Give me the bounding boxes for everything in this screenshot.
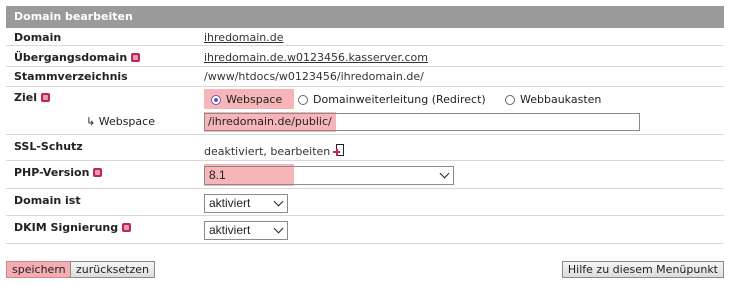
ssl-label: SSL-Schutz (14, 140, 83, 153)
ssl-value[interactable]: deaktiviert, bearbeiten (204, 145, 330, 158)
domain-label: Domain (14, 31, 62, 44)
ssl-value-group: deaktiviert, bearbeiten (204, 144, 345, 158)
radio-unchecked-icon (298, 95, 308, 105)
radio-checked-icon (211, 95, 221, 105)
radio-webspace-label: Webspace (226, 93, 283, 106)
php-version-value: 8.1 (209, 168, 226, 182)
reset-button[interactable]: zurücksetzen (70, 261, 155, 278)
domain-status-value: aktiviert (209, 196, 251, 210)
save-button[interactable]: speichern (6, 261, 72, 278)
chevron-down-icon (439, 168, 450, 179)
domain-status-select[interactable]: aktiviert (204, 194, 288, 213)
dkim-label: DKIM Signierung (14, 221, 119, 234)
help-icon[interactable] (93, 168, 103, 177)
uebergangsdomain-label: Übergangsdomain (14, 51, 128, 64)
webspace-path-label: ↳ Webspace (86, 115, 155, 128)
uebergangsdomain-link[interactable]: ihredomain.de.w0123456.kasserver.com (204, 51, 428, 64)
webspace-path-input[interactable]: /ihredomain.de/public/ (204, 113, 640, 131)
row-ssl: SSL-Schutz deaktiviert, bearbeiten (6, 135, 724, 161)
dkim-value: aktiviert (209, 223, 251, 237)
panel-title: Domain bearbeiten (6, 6, 724, 28)
help-icon[interactable] (131, 53, 141, 62)
domain-link[interactable]: ihredomain.de (204, 31, 284, 44)
chevron-down-icon (273, 223, 284, 234)
radio-webbaukasten[interactable]: Webbaukasten (505, 93, 601, 106)
ziel-label: Ziel (14, 91, 37, 104)
help-icon[interactable] (40, 93, 50, 102)
row-uebergangsdomain: Übergangsdomain ihredomain.de.w0123456.k… (6, 46, 724, 67)
domain-ist-label: Domain ist (14, 194, 81, 207)
add-document-icon[interactable] (333, 144, 345, 158)
stammverzeichnis-value: /www/htdocs/w0123456/ihredomain.de/ (204, 70, 424, 83)
php-label-group: PHP-Version (14, 166, 103, 179)
ziel-label-group: Ziel (14, 91, 50, 104)
row-domain: Domain ihredomain.de (6, 28, 724, 46)
radio-webbaukasten-label: Webbaukasten (520, 93, 602, 106)
dkim-select[interactable]: aktiviert (204, 221, 288, 240)
stammverzeichnis-label: Stammverzeichnis (14, 70, 128, 83)
row-php-version: PHP-Version 8.1 (6, 161, 724, 189)
php-version-select[interactable]: 8.1 (204, 166, 454, 185)
radio-webspace[interactable]: Webspace (211, 93, 282, 106)
dkim-label-group: DKIM Signierung (14, 221, 132, 234)
chevron-down-icon (273, 196, 284, 207)
row-ziel: Ziel Webspace Domainweiterleitung (Redir… (6, 87, 724, 135)
radio-redirect[interactable]: Domainweiterleitung (Redirect) (298, 93, 486, 106)
row-stammverzeichnis: Stammverzeichnis /www/htdocs/w0123456/ih… (6, 67, 724, 87)
uebergangsdomain-label-group: Übergangsdomain (14, 51, 141, 64)
row-domain-ist: Domain ist aktiviert (6, 189, 724, 216)
row-dkim: DKIM Signierung aktiviert (6, 216, 724, 244)
php-label: PHP-Version (14, 166, 90, 179)
radio-redirect-label: Domainweiterleitung (Redirect) (313, 93, 486, 106)
help-button[interactable]: Hilfe zu diesem Menüpunkt (561, 261, 724, 278)
help-icon[interactable] (122, 223, 132, 232)
radio-unchecked-icon (505, 95, 515, 105)
